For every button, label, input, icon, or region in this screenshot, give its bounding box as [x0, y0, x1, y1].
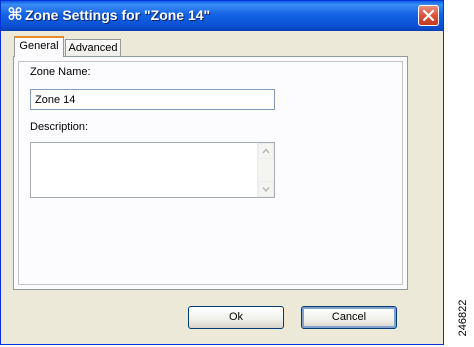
close-icon [422, 9, 435, 22]
close-button[interactable] [418, 5, 439, 26]
tab-general[interactable]: General [14, 36, 64, 57]
figure-number: 246822 [452, 296, 474, 346]
arrow-up-icon [262, 148, 270, 154]
zone-name-label: Zone Name: [30, 66, 91, 78]
command-icon: ⌘ [7, 5, 23, 25]
figure-number-text: 246822 [457, 299, 469, 337]
arrow-down-icon [262, 187, 270, 193]
scroll-down-button[interactable] [258, 181, 274, 197]
scroll-up-button[interactable] [258, 143, 274, 159]
description-textarea[interactable] [30, 142, 275, 198]
ok-button[interactable]: Ok [188, 306, 284, 329]
title-bar[interactable]: ⌘ Zone Settings for "Zone 14" [1, 1, 443, 31]
description-label: Description: [30, 121, 89, 133]
window-title: Zone Settings for "Zone 14" [25, 7, 211, 23]
cancel-button[interactable]: Cancel [301, 306, 397, 329]
tab-advanced[interactable]: Advanced [65, 39, 121, 57]
description-scrollbar[interactable] [257, 143, 274, 197]
zone-name-input[interactable] [30, 89, 275, 110]
